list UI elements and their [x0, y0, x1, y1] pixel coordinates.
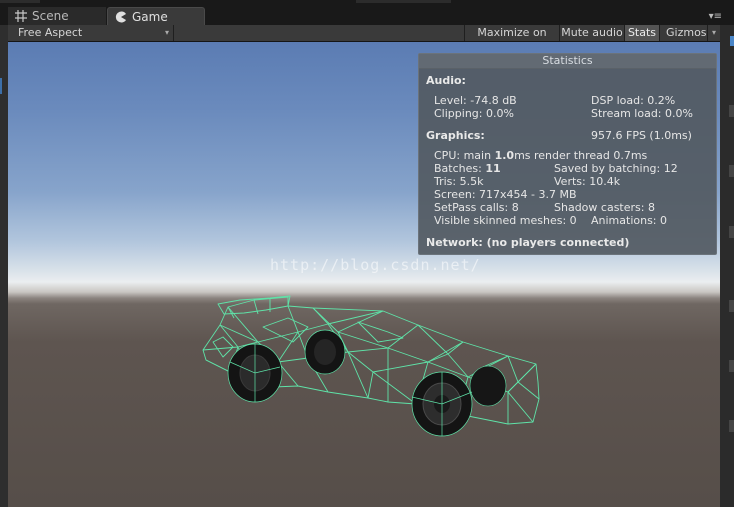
tab-strip-sliver — [356, 0, 451, 3]
right-panel-notch — [729, 165, 734, 177]
graphics-animations: Animations: 0 — [591, 214, 668, 227]
network-status: Network: (no players connected) — [426, 236, 630, 249]
aspect-dropdown[interactable]: Free Aspect ▾ — [8, 25, 174, 41]
stats-label: Stats — [627, 26, 657, 39]
pacman-icon — [115, 11, 126, 22]
graphics-cpu: CPU: main 1.0ms render thread 0.7ms — [434, 149, 647, 162]
right-panel-edge — [720, 25, 734, 507]
audio-level: Level: -74.8 dB — [434, 94, 517, 107]
right-panel-notch — [729, 300, 734, 312]
graphics-verts: Verts: 10.4k — [554, 175, 621, 188]
cpu-main-value: 1.0 — [494, 149, 515, 162]
statistics-panel: Statistics Audio: Level: -74.8 dB Clippi… — [418, 53, 717, 255]
graphics-batches: Batches: 11 — [434, 162, 501, 175]
dropdown-caret-icon: ▾ — [164, 28, 169, 37]
tab-game-label: Game — [132, 9, 168, 24]
graphics-heading: Graphics: — [426, 129, 485, 142]
batches-prefix: Batches: — [434, 162, 486, 175]
graphics-setpass: SetPass calls: 8 — [434, 201, 519, 214]
tab-strip-sliver — [0, 0, 40, 3]
graphics-fps: 957.6 FPS (1.0ms) — [591, 129, 692, 142]
game-toolbar: Free Aspect ▾ Maximize on Play Mute audi… — [8, 25, 720, 55]
tab-options-icon[interactable]: ▾≡ — [709, 12, 722, 22]
graphics-screen: Screen: 717x454 - 3.7 MB — [434, 188, 577, 201]
right-panel-notch — [729, 105, 734, 117]
car-wheels — [227, 329, 507, 437]
tab-scene[interactable]: Scene — [8, 7, 106, 25]
cpu-suffix: ms render thread 0.7ms — [514, 149, 648, 162]
batches-value: 11 — [485, 162, 501, 175]
graphics-saved-by-batching: Saved by batching: 12 — [554, 162, 678, 175]
audio-clipping: Clipping: 0.0% — [434, 107, 514, 120]
graphics-shadow-casters: Shadow casters: 8 — [554, 201, 655, 214]
left-panel-edge — [0, 25, 8, 507]
mute-label: Mute audio — [561, 26, 623, 39]
graphics-skinned-meshes: Visible skinned meshes: 0 — [434, 214, 577, 227]
right-panel-accent — [730, 36, 734, 46]
tab-scene-label: Scene — [32, 9, 69, 23]
left-panel-accent — [0, 78, 2, 94]
audio-heading: Audio: — [426, 74, 466, 87]
stats-button[interactable]: Stats — [624, 25, 659, 41]
unity-editor: Scene Game ▾≡ Free Aspect ▾ Maximize on … — [0, 0, 734, 507]
graphics-tris: Tris: 5.5k — [434, 175, 484, 188]
mute-audio-button[interactable]: Mute audio — [559, 25, 624, 41]
gizmos-caret-icon[interactable]: ▾ — [707, 25, 720, 41]
tab-strip: Scene Game ▾≡ — [0, 0, 734, 25]
tab-game[interactable]: Game — [107, 7, 205, 25]
audio-dsp-load: DSP load: 0.2% — [591, 94, 676, 107]
audio-stream-load: Stream load: 0.0% — [591, 107, 693, 120]
right-panel-notch — [729, 420, 734, 432]
watermark-text: http://blog.csdn.net/ — [270, 256, 481, 274]
right-panel-notch — [729, 360, 734, 372]
gizmos-label: Gizmos — [666, 26, 707, 39]
gizmos-button[interactable]: Gizmos ▾ — [659, 25, 720, 41]
right-panel-notch — [729, 226, 734, 238]
cpu-prefix: CPU: main — [434, 149, 495, 162]
maximize-on-play-button[interactable]: Maximize on Play — [464, 25, 559, 55]
statistics-title: Statistics — [419, 54, 716, 69]
aspect-label: Free Aspect — [18, 26, 83, 39]
grid-icon — [15, 10, 27, 22]
